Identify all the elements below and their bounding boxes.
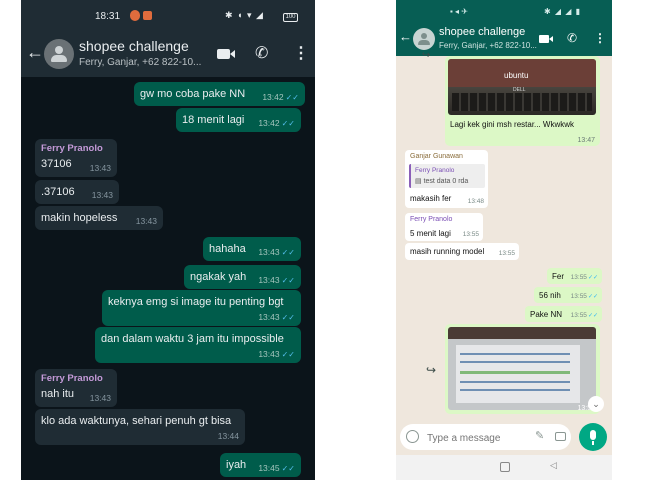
message-time: 13:42 ✓✓ bbox=[262, 92, 299, 102]
double-check-icon: ✓✓ bbox=[281, 248, 295, 257]
back-arrow-icon[interactable]: ← bbox=[26, 42, 44, 63]
message-bubble[interactable]: ngakak yah 13:43 ✓✓ bbox=[184, 265, 301, 289]
message-bubble[interactable]: hahaha 13:43 ✓✓ bbox=[203, 237, 301, 261]
message-bubble[interactable]: Ferry Pranolo 37106 13:43 bbox=[35, 139, 117, 177]
message-text: ngakak yah bbox=[190, 271, 247, 283]
message-time: 13:43 bbox=[89, 393, 111, 403]
message-time: 13:43 ✓✓ bbox=[258, 247, 295, 257]
message-bubble[interactable]: Ferry Pranolo nah itu 13:43 bbox=[35, 369, 117, 407]
message-text: keknya emg si image itu penting bgt bbox=[108, 296, 284, 308]
notification-icon bbox=[130, 10, 140, 21]
message-time: 13:43 ✓✓ bbox=[258, 349, 295, 359]
double-check-icon: ✓✓ bbox=[281, 350, 295, 359]
message-time: 13:43 ✓✓ bbox=[258, 275, 295, 285]
phone-call-icon[interactable]: ✆ bbox=[255, 43, 268, 63]
message-bubble[interactable]: klo ada waktunya, sehari penuh gt bisa 1… bbox=[35, 409, 245, 445]
more-menu-icon[interactable]: ⋮ bbox=[293, 43, 309, 63]
sender-name[interactable]: Ferry Pranolo bbox=[41, 143, 103, 154]
camera-icon[interactable] bbox=[555, 432, 566, 441]
double-check-icon: ✓✓ bbox=[281, 464, 295, 473]
message-text: iyah bbox=[226, 459, 247, 471]
composer-area: ✎ ◁ bbox=[396, 0, 612, 480]
message-bubble[interactable]: dan dalam waktu 3 jam itu impossible 13:… bbox=[95, 327, 301, 363]
sender-name[interactable]: Ferry Pranolo bbox=[41, 373, 103, 384]
battery-icon: 100 bbox=[283, 13, 298, 22]
emoji-icon[interactable] bbox=[406, 430, 419, 443]
message-time: 13:42 ✓✓ bbox=[258, 118, 295, 128]
message-bubble[interactable]: .37106 13:43 bbox=[35, 180, 119, 204]
message-text: 18 menit lagi bbox=[182, 114, 245, 126]
message-composer[interactable]: ✎ bbox=[400, 424, 571, 450]
message-bubble[interactable]: 18 menit lagi 13:42 ✓✓ bbox=[176, 108, 301, 132]
double-check-icon: ✓✓ bbox=[281, 276, 295, 285]
chat-participants[interactable]: Ferry, Ganjar, +62 822-10... bbox=[79, 57, 201, 68]
status-bar: 18:31 ✱ ◖ ▾ ◢ 100 bbox=[21, 0, 315, 33]
android-nav-bar: ◁ bbox=[396, 455, 612, 480]
message-time: 13:44 bbox=[217, 431, 239, 441]
message-time: 13:45 ✓✓ bbox=[258, 463, 295, 473]
message-input[interactable] bbox=[425, 429, 529, 447]
message-text: makin hopeless bbox=[41, 212, 118, 224]
app-notification-icon bbox=[143, 11, 152, 20]
mic-icon[interactable] bbox=[579, 423, 607, 451]
message-time: 13:43 ✓✓ bbox=[258, 312, 295, 322]
message-text: 37106 bbox=[41, 158, 72, 170]
message-time: 13:43 bbox=[91, 190, 113, 200]
message-text: dan dalam waktu 3 jam itu impossible bbox=[101, 333, 284, 345]
double-check-icon: ✓✓ bbox=[281, 119, 295, 128]
message-time: 13:43 bbox=[89, 163, 111, 173]
message-bubble[interactable]: keknya emg si image itu penting bgt 13:4… bbox=[102, 290, 301, 326]
message-text: .37106 bbox=[41, 186, 75, 198]
double-check-icon: ✓✓ bbox=[281, 313, 295, 322]
status-time: 18:31 bbox=[95, 11, 121, 22]
message-bubble[interactable]: iyah 13:45 ✓✓ bbox=[220, 453, 301, 477]
chat-title[interactable]: shopee challenge bbox=[79, 38, 189, 54]
message-text: klo ada waktunya, sehari penuh gt bisa bbox=[41, 415, 232, 427]
message-text: nah itu bbox=[41, 388, 75, 400]
chat-header[interactable]: ← shopee challenge Ferry, Ganjar, +62 82… bbox=[21, 33, 315, 77]
group-avatar-icon[interactable] bbox=[44, 39, 74, 69]
double-check-icon: ✓✓ bbox=[285, 93, 299, 102]
message-bubble[interactable]: makin hopeless 13:43 bbox=[35, 206, 163, 230]
attach-icon[interactable]: ✎ bbox=[535, 429, 544, 442]
home-button-icon[interactable] bbox=[500, 462, 510, 472]
message-time: 13:43 bbox=[135, 216, 157, 226]
back-button-icon[interactable]: ◁ bbox=[550, 460, 557, 471]
message-text: gw mo coba pake NN bbox=[140, 88, 246, 100]
dark-chat-screenshot: 18:31 ✱ ◖ ▾ ◢ 100 ← shopee challenge Fer… bbox=[21, 0, 315, 480]
signal-wifi-icon: ✱ ◖ ▾ ◢ bbox=[225, 10, 264, 20]
message-bubble[interactable]: gw mo coba pake NN 13:42 ✓✓ bbox=[134, 82, 305, 106]
message-text: hahaha bbox=[209, 243, 246, 255]
video-call-icon[interactable] bbox=[217, 49, 235, 59]
